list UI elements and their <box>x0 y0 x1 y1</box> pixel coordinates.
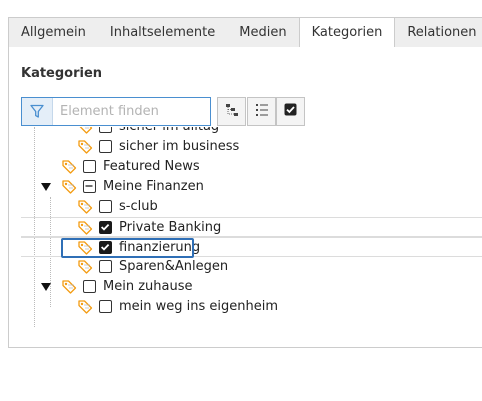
category-checkbox[interactable] <box>99 127 112 133</box>
category-label: sicher im business <box>119 139 240 154</box>
category-label: Mein zuhause <box>103 279 193 294</box>
category-label: sicher im alltag <box>119 127 219 134</box>
category-label: Meine Finanzen <box>103 179 204 194</box>
tab-kategorien[interactable]: Kategorien <box>298 18 396 48</box>
tree-item[interactable]: mein weg ins eigenheim <box>21 297 482 317</box>
category-label: Sparen&Anlegen <box>119 259 229 274</box>
tree-item[interactable]: Private Banking <box>21 217 482 237</box>
filter-box <box>21 97 211 126</box>
category-tag-icon <box>78 200 93 218</box>
tree-item[interactable]: Meine Finanzen <box>21 177 482 197</box>
tab-medien[interactable]: Medien <box>227 18 298 47</box>
category-checkbox[interactable] <box>99 200 112 213</box>
filter-input[interactable] <box>53 98 210 125</box>
tree-item[interactable]: Sparen&Anlegen <box>21 257 482 277</box>
category-checkbox[interactable] <box>99 300 112 313</box>
tree-item[interactable]: sicher im business <box>21 137 482 157</box>
expand-arrow-icon[interactable] <box>41 183 51 191</box>
checkbox-checked-icon <box>284 103 297 120</box>
category-tag-icon <box>62 180 77 198</box>
tab-bar: Allgemein Inhaltselemente Medien Kategor… <box>8 17 482 48</box>
category-tag-icon <box>62 160 77 178</box>
category-checkbox[interactable] <box>83 280 96 293</box>
category-checkbox[interactable] <box>83 180 96 193</box>
section-heading: Kategorien <box>21 66 103 81</box>
category-label: mein weg ins eigenheim <box>119 299 279 314</box>
category-tag-icon <box>78 140 93 158</box>
category-label: Private Banking <box>119 220 222 235</box>
category-tag-icon <box>62 280 77 298</box>
tree-collapse-icon <box>225 103 239 121</box>
expand-arrow-icon[interactable] <box>41 283 51 291</box>
categories-panel: Kategorien sicher im alltagsicher i <box>8 47 482 348</box>
list-icon <box>255 103 269 121</box>
category-label: s-club <box>119 199 158 214</box>
category-tag-icon <box>78 260 93 278</box>
tab-relationen[interactable]: Relationen <box>395 18 482 47</box>
tree-item[interactable]: Mein zuhause <box>21 277 482 297</box>
category-tree: sicher im alltag sicher im business Featur… <box>21 127 482 327</box>
tree-item[interactable]: s-club <box>21 197 482 217</box>
tree-item[interactable]: Featured News <box>21 157 482 177</box>
tab-allgemein[interactable]: Allgemein <box>9 18 98 47</box>
category-checkbox[interactable] <box>99 140 112 153</box>
tree-item[interactable]: sicher im alltag <box>21 127 482 137</box>
category-label: Featured News <box>103 159 200 174</box>
category-checkbox[interactable] <box>83 160 96 173</box>
category-checkbox[interactable] <box>99 221 112 234</box>
show-selected-button[interactable] <box>276 97 305 126</box>
filter-icon <box>22 98 53 125</box>
tab-inhaltselemente[interactable]: Inhaltselemente <box>98 18 227 47</box>
focus-outline <box>61 238 194 258</box>
tree-item[interactable]: finanzierung <box>21 237 482 258</box>
category-checkbox[interactable] <box>99 260 112 273</box>
show-list-button[interactable] <box>247 97 276 126</box>
category-tag-icon <box>78 300 93 318</box>
collapse-tree-button[interactable] <box>217 97 246 126</box>
